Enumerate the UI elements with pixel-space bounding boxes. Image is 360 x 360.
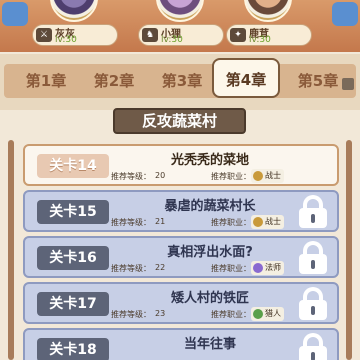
rec-job: 法师 — [251, 261, 284, 275]
left-rail — [8, 140, 14, 360]
level-number: 关卡16 — [37, 246, 109, 270]
lock-icon — [295, 286, 331, 322]
level-name: 光秃秃的菜地 — [170, 153, 249, 168]
level-number: 关卡14 — [37, 154, 109, 178]
rec-level-value: 21 — [155, 217, 166, 226]
tab-chapter-1[interactable]: 第1章 — [16, 64, 76, 98]
hero-strip: ⚔ 灰灰 lv:30 ♞ 小狸 lv:30 ✦ 鹿茸 lv:30 — [0, 0, 360, 52]
rec-level-label: 推荐等级： — [111, 218, 151, 227]
level-card-18[interactable]: 关卡18 当年往事 — [23, 328, 339, 360]
lock-icon — [295, 332, 331, 360]
rec-job-label: 推荐职业： — [211, 310, 251, 319]
class-badge-icon: ✦ — [230, 28, 246, 42]
level-name: 当年往事 — [183, 337, 236, 352]
hero-level: lv:30 — [55, 35, 77, 45]
rec-level-value: 22 — [155, 263, 166, 272]
class-badge-icon: ♞ — [142, 28, 158, 42]
hero-card-2[interactable]: ♞ 小狸 lv:30 — [138, 0, 224, 50]
class-badge-icon: ⚔ — [36, 28, 52, 42]
level-name: 暴虐的蔬菜村长 — [164, 199, 256, 214]
tab-chapter-5[interactable]: 第5章 — [288, 64, 348, 98]
warrior-icon — [253, 217, 263, 227]
hero-card-1[interactable]: ⚔ 灰灰 lv:30 — [32, 0, 118, 50]
level-card-16[interactable]: 关卡16 真相浮出水面? 推荐等级： 22 推荐职业： 法师 — [23, 236, 339, 278]
chapter-tabs: 第1章 第2章 第3章 第4章 第5章 — [0, 54, 360, 110]
level-card-14[interactable]: 关卡14 光秃秃的菜地 推荐等级： 20 推荐职业： 战士 — [23, 144, 339, 186]
right-rail — [346, 140, 352, 360]
level-meta: 推荐等级： 20 推荐职业： 战士 — [111, 169, 331, 183]
hero-level: lv:30 — [249, 35, 271, 45]
hero-namebar: ✦ 鹿茸 lv:30 — [226, 24, 312, 46]
level-name: 矮人村的铁匠 — [170, 291, 249, 306]
chapter-lock-icon — [342, 78, 354, 90]
level-number: 关卡18 — [37, 338, 109, 360]
side-button[interactable] — [332, 2, 358, 26]
level-name: 真相浮出水面? — [167, 245, 253, 260]
rec-level-label: 推荐等级： — [111, 310, 151, 319]
hero-avatar — [50, 0, 98, 22]
level-card-17[interactable]: 关卡17 矮人村的铁匠 推荐等级： 23 推荐职业： 猎人 — [23, 282, 339, 324]
rec-level-value: 20 — [155, 171, 166, 180]
level-card-15[interactable]: 关卡15 暴虐的蔬菜村长 推荐等级： 21 推荐职业： 战士 — [23, 190, 339, 232]
hero-namebar: ⚔ 灰灰 lv:30 — [32, 24, 118, 46]
hero-avatar — [244, 0, 292, 22]
mage-icon — [253, 263, 263, 273]
rec-level-value: 23 — [155, 309, 166, 318]
hero-card-3[interactable]: ✦ 鹿茸 lv:30 — [226, 0, 312, 50]
rec-job-label: 推荐职业： — [211, 218, 251, 227]
tab-chapter-2[interactable]: 第2章 — [84, 64, 144, 98]
rec-job: 猎人 — [251, 307, 284, 321]
hunter-icon — [253, 309, 263, 319]
tab-chapter-4[interactable]: 第4章 — [212, 58, 280, 98]
tab-chapter-3[interactable]: 第3章 — [152, 64, 212, 98]
hero-namebar: ♞ 小狸 lv:30 — [138, 24, 224, 46]
rec-job: 战士 — [251, 215, 284, 229]
rec-job: 战士 — [251, 169, 284, 183]
rec-job-label: 推荐职业： — [211, 264, 251, 273]
rec-job-label: 推荐职业： — [211, 172, 251, 181]
hero-level: lv:30 — [161, 35, 183, 45]
menu-button[interactable] — [2, 2, 28, 26]
rec-level-label: 推荐等级： — [111, 264, 151, 273]
lock-icon — [295, 194, 331, 230]
level-number: 关卡17 — [37, 292, 109, 316]
hero-avatar — [156, 0, 204, 22]
level-number: 关卡15 — [37, 200, 109, 224]
warrior-icon — [253, 171, 263, 181]
stage-title: 反攻蔬菜村 — [113, 108, 246, 134]
lock-icon — [295, 240, 331, 276]
rec-level-label: 推荐等级： — [111, 172, 151, 181]
